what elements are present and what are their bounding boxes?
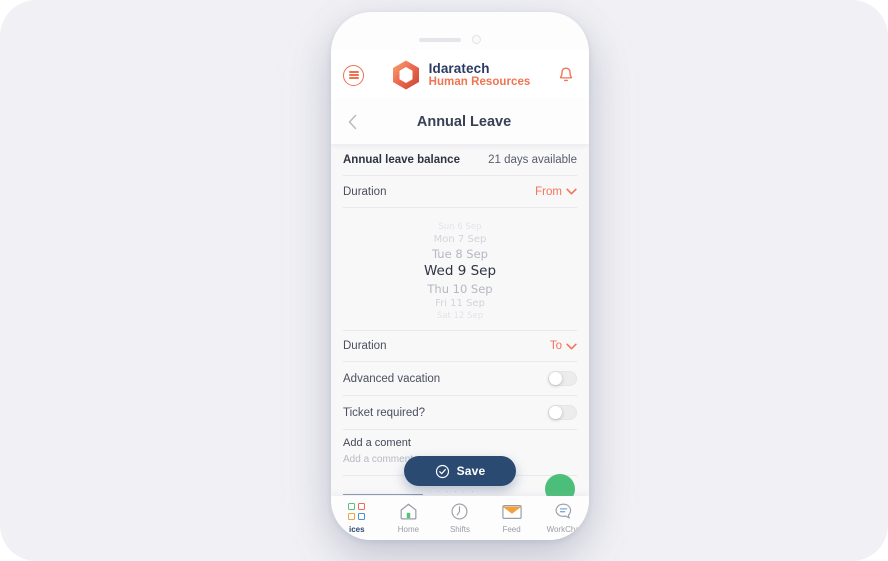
nav-item-services[interactable]: ices — [331, 501, 383, 534]
envelope-glyph — [501, 504, 522, 519]
nav-label-workchat: WorkCha — [546, 525, 580, 534]
date-picker-wheel[interactable]: Sun 6 Sep Mon 7 Sep Tue 8 Sep Wed 9 Sep … — [343, 208, 577, 330]
wheel-item-selected[interactable]: Wed 9 Sep — [343, 262, 577, 281]
nav-label-services: ices — [349, 525, 365, 534]
phone-device-frame: Idaratech Human Resources Annual Leave A… — [331, 12, 589, 540]
grid-squares — [348, 503, 366, 520]
duration-to-label: Duration — [343, 340, 387, 352]
page-root: Idaratech Human Resources Annual Leave A… — [0, 0, 888, 561]
balance-label: Annual leave balance — [343, 153, 460, 166]
chevron-down-icon — [566, 188, 577, 195]
phone-front-camera — [472, 35, 481, 44]
duration-to-row[interactable]: Duration To — [343, 330, 577, 362]
advanced-vacation-toggle[interactable] — [548, 371, 577, 386]
hamburger-menu-icon[interactable] — [343, 64, 364, 86]
advanced-vacation-label: Advanced vacation — [343, 372, 441, 385]
chevron-left-icon — [348, 114, 356, 130]
toggle-knob — [549, 372, 562, 385]
brand-name: Idaratech — [428, 60, 490, 76]
notification-bell-icon[interactable] — [556, 64, 576, 86]
save-button-label: Save — [456, 464, 486, 478]
save-button[interactable]: Save — [404, 456, 516, 486]
wheel-item[interactable]: Sun 6 Sep — [343, 221, 577, 233]
comment-label: Add a coment — [343, 437, 411, 449]
nav-item-feed[interactable]: Feed — [486, 501, 538, 534]
brand-subtitle: Human Resources — [428, 76, 531, 89]
app-header: Idaratech Human Resources — [331, 50, 589, 100]
wheel-item[interactable]: Tue 8 Sep — [343, 246, 577, 262]
nav-item-home[interactable]: Home — [383, 501, 435, 534]
wheel-item[interactable]: Mon 7 Sep — [343, 233, 577, 246]
brand-text: Idaratech Human Resources — [428, 60, 531, 89]
duration-from-label: Duration — [343, 185, 387, 198]
nav-label-feed: Feed — [502, 525, 521, 534]
home-glyph — [400, 503, 417, 520]
duration-to-value: To — [549, 340, 562, 352]
bottom-navigation-bar: ices Home Shifts Feed WorkCha — [331, 496, 589, 540]
home-icon — [399, 501, 418, 522]
advanced-vacation-row: Advanced vacation — [343, 362, 577, 396]
balance-value: 21 days available — [488, 153, 577, 166]
partially-visible-row-underline — [343, 488, 423, 495]
wheel-item[interactable]: Fri 11 Sep — [343, 297, 577, 310]
page-title: Annual Leave — [416, 114, 512, 130]
partially-visible-row-text: . . . . . . — [429, 485, 476, 494]
annual-leave-balance-row: Annual leave balance 21 days available — [343, 144, 577, 176]
nav-item-shifts[interactable]: Shifts — [434, 501, 486, 534]
duration-from-value-group[interactable]: From — [535, 186, 577, 198]
services-grid-icon — [348, 501, 366, 522]
hamburger-bars — [348, 70, 359, 80]
bell-glyph — [559, 67, 573, 82]
wheel-item[interactable]: Thu 10 Sep — [343, 281, 577, 297]
wheel-item[interactable]: Sat 12 Sep — [343, 310, 577, 322]
duration-from-value: From — [535, 185, 562, 198]
chevron-down-icon — [566, 343, 577, 349]
nav-label-shifts: Shifts — [449, 525, 470, 534]
back-button[interactable] — [339, 114, 365, 130]
ticket-required-toggle[interactable] — [548, 405, 577, 420]
clock-glyph — [451, 503, 468, 520]
screen-title-bar: Annual Leave — [331, 100, 589, 144]
check-circle-icon — [435, 464, 449, 478]
clock-icon — [450, 501, 469, 522]
nav-item-workchat[interactable]: WorkCha — [537, 501, 589, 534]
chat-glyph — [555, 503, 571, 519]
duration-from-row[interactable]: Duration From — [343, 176, 577, 208]
hexagon-ring-logo — [392, 60, 419, 90]
brand-lockup: Idaratech Human Resources — [364, 59, 556, 91]
toggle-knob — [549, 406, 562, 419]
nav-label-home: Home — [397, 525, 420, 534]
chat-bubble-icon — [554, 501, 573, 522]
duration-to-value-group[interactable]: To — [550, 340, 577, 352]
ticket-required-row: Ticket required? — [343, 396, 577, 430]
envelope-icon — [501, 501, 522, 522]
leave-request-form: Annual leave balance 21 days available D… — [331, 144, 589, 504]
phone-speaker-slot — [419, 38, 461, 42]
ticket-required-label: Ticket required? — [343, 406, 426, 419]
